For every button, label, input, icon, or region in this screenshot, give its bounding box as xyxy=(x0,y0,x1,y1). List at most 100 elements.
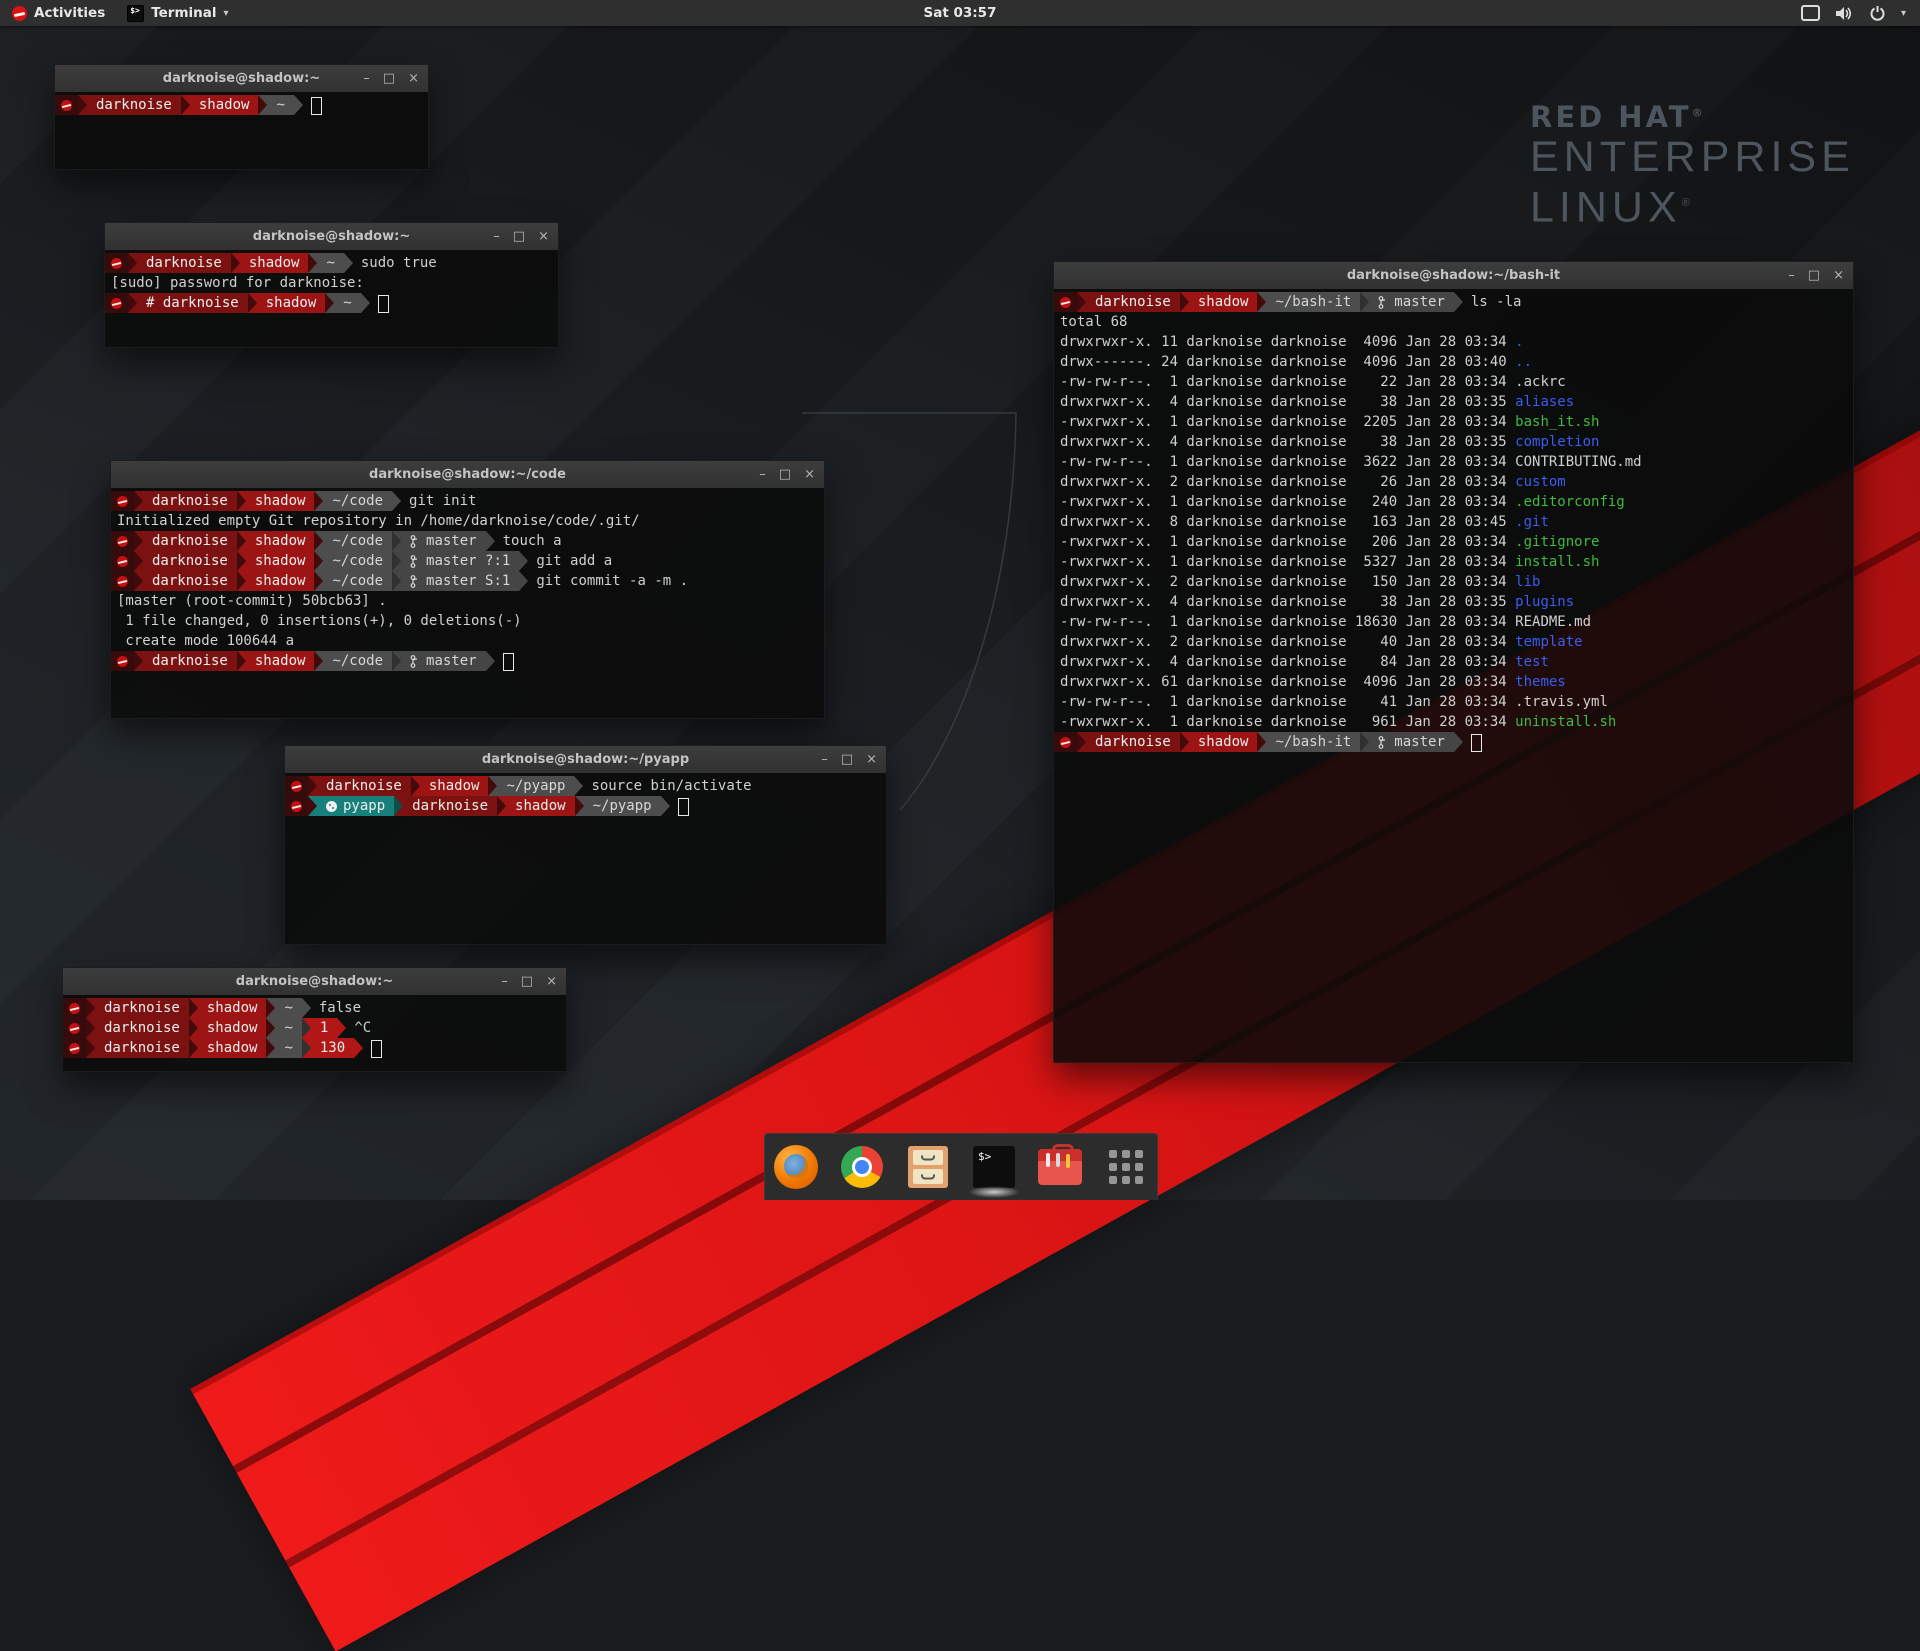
ls-row: -rwxrwxr-x. 1 darknoise darknoise 240 Ja… xyxy=(1054,492,1853,512)
prompt-segment-hat xyxy=(111,571,134,591)
volume-icon[interactable] xyxy=(1836,6,1854,21)
ls-row: drwxrwxr-x. 11 darknoise darknoise 4096 … xyxy=(1054,332,1853,352)
maximize-button[interactable]: □ xyxy=(779,468,791,481)
prompt-segment-hat xyxy=(63,998,86,1018)
close-button[interactable]: × xyxy=(804,468,815,481)
powerline-separator xyxy=(266,1038,275,1058)
prompt-segment-user: darknoise xyxy=(95,998,189,1018)
close-button[interactable]: × xyxy=(538,230,549,243)
powerline-separator xyxy=(314,571,323,591)
git-branch-icon xyxy=(410,535,420,548)
redhat-prompt-icon xyxy=(111,258,122,269)
powerline-separator xyxy=(134,651,143,671)
prompt-segment-host: shadow xyxy=(246,531,315,551)
prompt-segment-hat xyxy=(111,491,134,511)
display-icon[interactable] xyxy=(1801,5,1820,21)
powerline-separator xyxy=(411,776,420,796)
terminal-window-code: darknoise@shadow:~/code –□× darknoisesha… xyxy=(110,460,825,719)
terminal-output: create mode 100644 a xyxy=(111,631,824,651)
prompt-segment-path: ~ xyxy=(317,253,343,273)
minimize-button[interactable]: – xyxy=(493,230,500,243)
app-menu-terminal[interactable]: $> Terminal ▾ xyxy=(117,0,238,26)
terminal-content[interactable]: darknoiseshadow~/bash-itmasterls -latota… xyxy=(1054,289,1853,1062)
powerline-separator xyxy=(78,95,87,115)
prompt-segment-host: shadow xyxy=(1189,292,1258,312)
terminal-content[interactable]: darknoiseshadow~ xyxy=(55,92,428,169)
toolbox-icon[interactable] xyxy=(1037,1144,1083,1190)
python-icon xyxy=(326,801,337,812)
terminal-content[interactable]: darknoiseshadow~sudo true[sudo] password… xyxy=(105,250,558,347)
prompt-line: darknoiseshadow~/bash-itmaster xyxy=(1054,732,1853,752)
titlebar[interactable]: darknoise@shadow:~ –□× xyxy=(55,65,428,93)
maximize-button[interactable]: □ xyxy=(1808,269,1820,282)
git-branch-icon xyxy=(410,555,420,568)
git-branch-icon xyxy=(410,655,420,668)
maximize-button[interactable]: □ xyxy=(383,72,395,85)
prompt-line: darknoiseshadow~/codemaster S:1git commi… xyxy=(111,571,824,591)
prompt-segment-path: ~ xyxy=(275,1038,301,1058)
close-button[interactable]: × xyxy=(866,753,877,766)
command-text: ^C xyxy=(346,1018,371,1038)
titlebar[interactable]: darknoise@shadow:~/code –□× xyxy=(111,461,824,489)
powerline-separator xyxy=(314,491,323,511)
ls-row: -rw-rw-r--. 1 darknoise darknoise 18630 … xyxy=(1054,612,1853,632)
powerline-separator xyxy=(392,651,401,671)
prompt-line: darknoiseshadow~/pyappsource bin/activat… xyxy=(285,776,886,796)
prompt-segment-git: master xyxy=(401,531,486,551)
command-text: ls -la xyxy=(1463,292,1522,312)
maximize-button[interactable]: □ xyxy=(513,230,525,243)
activities-button[interactable]: Activities xyxy=(0,0,117,26)
command-text: touch a xyxy=(495,531,562,551)
redhat-prompt-icon xyxy=(117,496,128,507)
titlebar[interactable]: darknoise@shadow:~ –□× xyxy=(63,968,566,996)
close-button[interactable]: × xyxy=(546,975,557,988)
powerline-separator xyxy=(488,776,497,796)
minimize-button[interactable]: – xyxy=(363,72,370,85)
terminal-content[interactable]: darknoiseshadow~/pyappsource bin/activat… xyxy=(285,773,886,944)
titlebar[interactable]: darknoise@shadow:~/pyapp –□× xyxy=(285,746,886,774)
app-grid-icon[interactable] xyxy=(1103,1144,1149,1190)
maximize-button[interactable]: □ xyxy=(521,975,533,988)
prompt-segment-path: ~/pyapp xyxy=(497,776,574,796)
powerline-separator xyxy=(231,253,240,273)
prompt-segment-hat xyxy=(285,776,308,796)
maximize-button[interactable]: □ xyxy=(841,753,853,766)
system-menu-chevron-icon[interactable]: ▾ xyxy=(1901,8,1906,19)
titlebar[interactable]: darknoise@shadow:~ –□× xyxy=(105,223,558,251)
git-branch-icon xyxy=(1378,736,1388,749)
powerline-separator xyxy=(134,571,143,591)
terminal-content[interactable]: darknoiseshadow~/codegit initInitialized… xyxy=(111,488,824,718)
prompt-segment-hat xyxy=(63,1038,86,1058)
file-manager-icon[interactable] xyxy=(905,1144,951,1190)
powerline-separator xyxy=(314,531,323,551)
prompt-segment-git: master ?:1 xyxy=(401,551,519,571)
close-button[interactable]: × xyxy=(1833,269,1844,282)
prompt-segment-user: darknoise xyxy=(143,651,237,671)
prompt-segment-host: shadow xyxy=(198,1018,267,1038)
minimize-button[interactable]: – xyxy=(821,753,828,766)
ls-row: drwxrwxr-x. 8 darknoise darknoise 163 Ja… xyxy=(1054,512,1853,532)
prompt-segment-user: darknoise xyxy=(317,776,411,796)
chrome-icon[interactable] xyxy=(839,1144,885,1190)
minimize-button[interactable]: – xyxy=(1788,269,1795,282)
powerline-separator xyxy=(486,651,495,671)
close-button[interactable]: × xyxy=(408,72,419,85)
terminal-content[interactable]: darknoiseshadow~falsedarknoiseshadow~1^C… xyxy=(63,995,566,1071)
dock: $> xyxy=(764,1133,1158,1200)
clock[interactable]: Sat 03:57 xyxy=(0,5,1920,21)
prompt-segment-exit: 130 xyxy=(311,1038,354,1058)
minimize-button[interactable]: – xyxy=(501,975,508,988)
powerline-separator xyxy=(237,571,246,591)
power-icon[interactable] xyxy=(1870,6,1885,21)
redhat-prompt-icon xyxy=(117,536,128,547)
firefox-icon[interactable] xyxy=(773,1144,819,1190)
redhat-prompt-icon xyxy=(69,1023,80,1034)
prompt-segment-path: ~/bash-it xyxy=(1266,732,1360,752)
terminal-output: Initialized empty Git repository in /hom… xyxy=(111,511,824,531)
minimize-button[interactable]: – xyxy=(759,468,766,481)
prompt-segment-user: darknoise xyxy=(143,531,237,551)
powerline-separator xyxy=(1077,732,1086,752)
titlebar[interactable]: darknoise@shadow:~/bash-it –□× xyxy=(1054,262,1853,290)
ls-row: drwxrwxr-x. 61 darknoise darknoise 4096 … xyxy=(1054,672,1853,692)
terminal-icon[interactable]: $> xyxy=(971,1144,1017,1190)
